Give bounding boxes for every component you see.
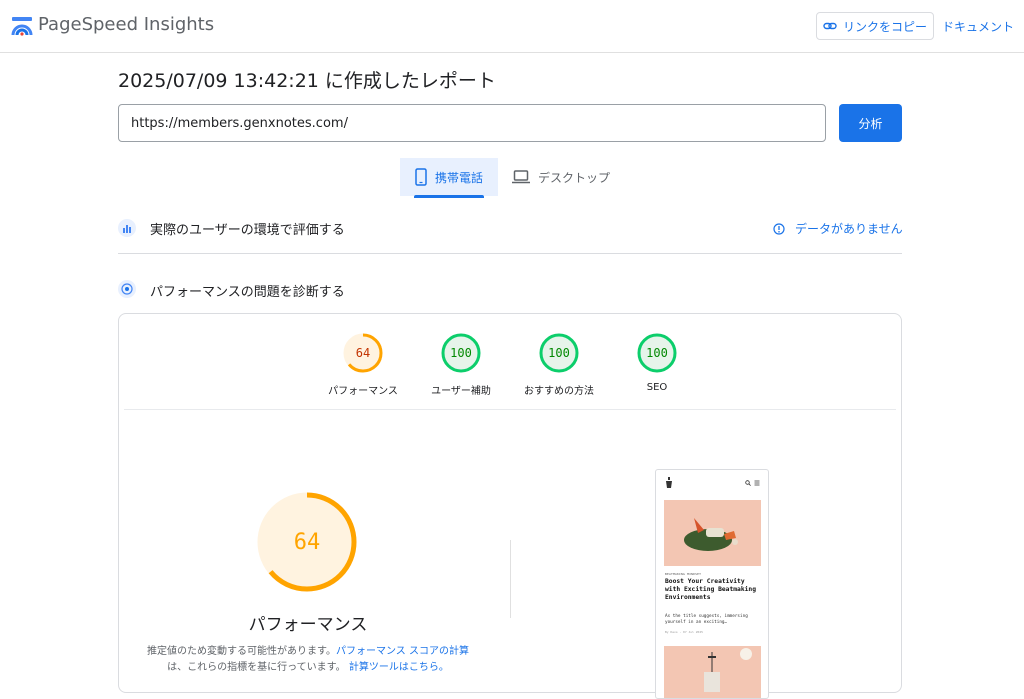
tab-selected-indicator: [414, 195, 484, 198]
menu-icon: [754, 480, 760, 486]
copy-link-label: リンクをコピー: [842, 19, 927, 34]
tab-mobile-label: 携帯電話: [434, 170, 483, 185]
docs-link[interactable]: ドキュメント: [942, 18, 1014, 35]
section-divider: [118, 253, 902, 254]
article-meta: By Kevs · 07 Jul 2025: [665, 630, 703, 634]
category-gauge-seo[interactable]: 100 SEO: [607, 332, 707, 393]
article-category: BEATMAKING MINDSET: [665, 572, 702, 576]
calculator-link[interactable]: 計算ツールはこちら。: [349, 662, 449, 673]
report-title: 2025/07/09 13:42:21 に作成したレポート: [118, 70, 496, 92]
desc-text-1: 推定値のため変動する可能性があります。: [147, 646, 336, 657]
article-excerpt: As the title suggests, immersing yoursel…: [665, 614, 748, 625]
vertical-separator: [510, 540, 511, 618]
desc-text-2: は、これらの指標を基に行っています。: [167, 662, 346, 673]
score-gauge: 100: [441, 333, 481, 373]
tab-desktop[interactable]: デスクトップ: [506, 158, 616, 196]
score-calc-link[interactable]: パフォーマンス スコアの計算: [336, 646, 469, 657]
no-data-label: データがありません: [795, 222, 903, 236]
category-label: SEO: [646, 382, 668, 393]
analyze-button[interactable]: 分析: [839, 104, 902, 142]
category-label: ユーザー補助: [431, 386, 491, 397]
category-label: パフォーマンス: [328, 386, 398, 397]
performance-gauge: 64: [257, 492, 357, 592]
site-logo-icon: [666, 477, 672, 488]
category-label: おすすめの方法: [524, 386, 594, 397]
performance-score: 64: [294, 530, 321, 555]
category-gauge-performance[interactable]: 64 パフォーマンス: [313, 332, 413, 397]
article-hero-image: [664, 500, 761, 566]
performance-title: パフォーマンス: [248, 615, 368, 635]
score-value: 100: [450, 346, 472, 360]
search-icon: [745, 480, 751, 486]
category-gauge-best-practices[interactable]: 100 おすすめの方法: [509, 332, 609, 397]
copy-link-button[interactable]: リンクをコピー: [816, 12, 934, 40]
card-divider: [124, 409, 896, 410]
score-gauge: 100: [637, 333, 677, 373]
page-screenshot-preview: BEATMAKING MINDSET Boost Your Creativity…: [655, 469, 769, 699]
category-gauge-accessibility[interactable]: 100 ユーザー補助: [411, 332, 511, 397]
no-data-notice[interactable]: データがありません: [773, 220, 903, 237]
smartphone-icon: [415, 168, 427, 186]
url-input[interactable]: [118, 104, 826, 142]
app-title[interactable]: PageSpeed Insights: [38, 14, 214, 35]
score-gauge: 64: [343, 333, 383, 373]
score-value: 100: [548, 346, 570, 360]
tab-desktop-label: デスクトップ: [537, 170, 610, 185]
score-value: 64: [356, 346, 370, 360]
article-headline: Boost Your Creativity with Exciting Beat…: [665, 578, 756, 601]
link-icon: [823, 22, 837, 30]
diagnose-icon: [118, 280, 136, 298]
score-value: 100: [646, 346, 668, 360]
users-chart-icon: [118, 219, 136, 237]
lab-data-title: パフォーマンスの問題を診断する: [150, 285, 345, 300]
pagespeed-logo-icon[interactable]: [11, 15, 33, 37]
tab-mobile[interactable]: 携帯電話: [400, 158, 498, 196]
score-gauge: 100: [539, 333, 579, 373]
performance-description: 推定値のため変動する可能性があります。パフォーマンス スコアの計算 は、これらの…: [140, 644, 476, 676]
info-icon: [773, 222, 785, 235]
field-data-title: 実際のユーザーの環境で評価する: [150, 223, 345, 238]
laptop-icon: [511, 170, 530, 184]
top-app-bar: PageSpeed Insights リンクをコピー ドキュメント: [0, 0, 1024, 53]
